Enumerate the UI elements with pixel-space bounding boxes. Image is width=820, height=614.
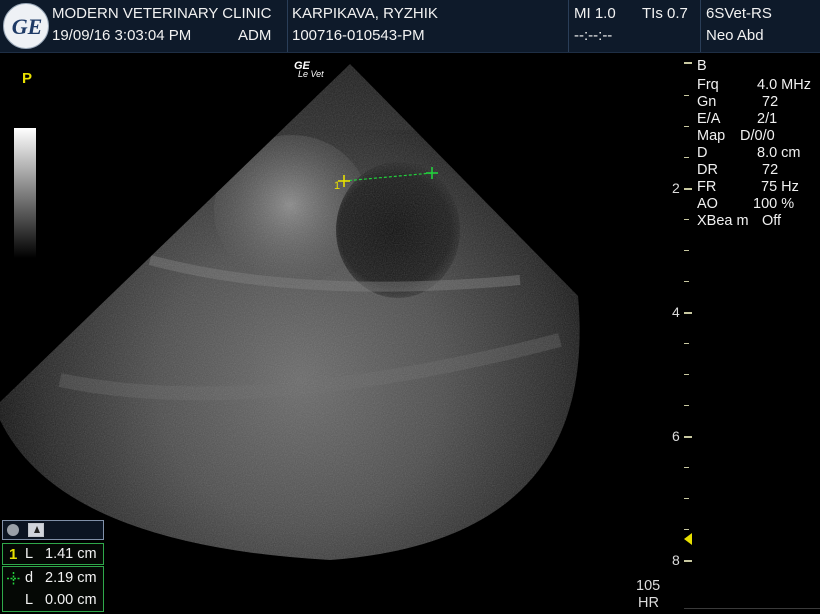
exam-preset: Neo Abd	[706, 27, 764, 44]
depth-tick	[684, 312, 692, 314]
mechanical-index: MI 1.0	[574, 5, 616, 22]
focus-marker-icon[interactable]	[684, 533, 692, 545]
clinic-name: MODERN VETERINARY CLINIC	[52, 5, 272, 22]
measurement-label: d	[25, 570, 34, 586]
probe-name: 6SVet-RS	[706, 5, 772, 22]
depth-tick	[684, 250, 689, 251]
measurement-row-2[interactable]: d 2.19 cm L 0.00 cm	[2, 566, 104, 612]
param-fr-value: 75 Hz	[761, 179, 799, 195]
param-mode: B	[697, 58, 707, 74]
measurement-toolbar	[2, 520, 104, 540]
param-frq-label: Frq	[697, 77, 719, 93]
param-ea-value: 2/1	[757, 111, 778, 127]
crosshair-icon	[7, 572, 20, 585]
measurement-value: 0.00 cm	[45, 592, 97, 608]
divider-line	[684, 608, 820, 609]
record-icon[interactable]	[7, 524, 19, 536]
param-map-value: D/0/0	[740, 128, 775, 144]
depth-tick	[684, 219, 689, 220]
measurement-value: 2.19 cm	[45, 570, 97, 586]
exam-timer: --:--:--	[574, 27, 613, 44]
image-watermark-sub: Le Vet	[298, 69, 324, 79]
param-fr-label: FR	[697, 179, 717, 195]
param-xbeam-label: XBea m	[697, 213, 749, 229]
param-depth-label: D	[697, 145, 708, 161]
param-ao-value: 100 %	[753, 196, 795, 212]
orientation-marker: P	[22, 70, 33, 87]
param-gn-label: Gn	[697, 94, 717, 110]
param-ao-label: AO	[697, 196, 718, 212]
header-divider	[700, 0, 701, 52]
depth-tick	[684, 374, 689, 375]
patient-name: KARPIKAVA, RYZHIK	[292, 5, 438, 22]
measurement-row-1[interactable]: 1 L 1.41 cm	[2, 543, 104, 565]
depth-tick	[684, 405, 689, 406]
heart-rate-value: 105	[636, 578, 661, 594]
depth-tick	[684, 498, 689, 499]
caliper-label: 1	[334, 180, 341, 192]
measurement-label: L	[25, 592, 34, 608]
depth-tick	[684, 188, 692, 190]
depth-tick	[684, 95, 689, 96]
exam-datetime: 19/09/16 3:03:04 PM	[52, 27, 192, 44]
depth-tick	[684, 467, 689, 468]
header-divider	[568, 0, 569, 52]
depth-label: 2	[672, 180, 680, 196]
param-map-label: Map	[697, 128, 726, 144]
patient-id: 100716-010543-PM	[292, 27, 425, 44]
thermal-index: TIs 0.7	[642, 5, 688, 22]
param-dr-value: 72	[762, 162, 779, 178]
header-divider	[287, 0, 288, 52]
param-depth-value: 8.0 cm	[757, 145, 801, 161]
logo-text: GE	[11, 14, 43, 39]
depth-tick	[684, 157, 689, 158]
depth-tick	[684, 529, 689, 530]
param-dr-label: DR	[697, 162, 718, 178]
depth-tick	[684, 62, 692, 64]
ge-logo-icon: GE	[3, 3, 49, 49]
heart-rate-label: HR	[638, 595, 659, 611]
param-gn-value: 72	[762, 94, 779, 110]
depth-label: 6	[672, 428, 680, 444]
cursor-tool-icon[interactable]	[28, 523, 44, 537]
operator-id: ADM	[238, 27, 272, 44]
param-xbeam-value: Off	[762, 213, 782, 229]
depth-tick	[684, 126, 689, 127]
param-ea-label: E/A	[697, 111, 721, 127]
depth-tick	[684, 560, 692, 562]
measurement-label: L	[25, 546, 34, 562]
depth-label: 4	[672, 304, 680, 320]
measurement-value: 1.41 cm	[45, 546, 97, 562]
param-frq-value: 4.0 MHz	[757, 77, 811, 93]
depth-tick	[684, 436, 692, 438]
depth-tick	[684, 343, 689, 344]
depth-label: 8	[672, 552, 680, 568]
grayscale-bar	[14, 128, 36, 258]
depth-tick	[684, 281, 689, 282]
measurement-index: 1	[9, 546, 18, 563]
